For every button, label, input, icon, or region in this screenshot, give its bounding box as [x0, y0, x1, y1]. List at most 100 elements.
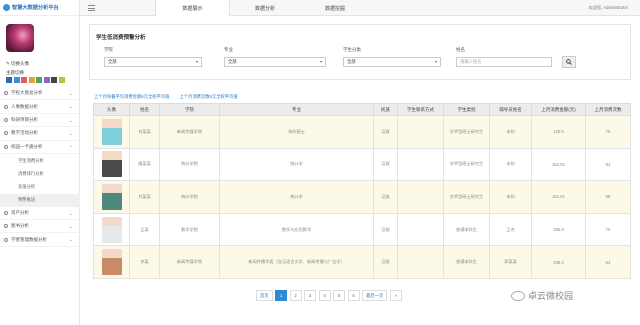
column-header: 姓名 [129, 103, 160, 116]
theme-swatch[interactable] [51, 77, 57, 83]
name-input[interactable]: 请输入姓名 [456, 57, 552, 67]
app-title: 智慧大数据分析平台 [12, 5, 59, 11]
chevron-down-icon: ⌄ [69, 131, 73, 137]
last-page-button[interactable]: 最后一页 [362, 290, 388, 301]
search-button[interactable] [562, 56, 576, 68]
name-label: 姓名 [456, 47, 465, 52]
tab-data-display[interactable]: 数据展示 [155, 0, 230, 16]
page-button[interactable]: 5 [333, 290, 346, 301]
cell-amount: 255.8 [531, 212, 586, 247]
scholar-icon [4, 237, 8, 242]
table-row[interactable]: 李某 新闻传媒学院 新闻传播学类（含汉语言文学、新闻传播与广告学） 汉族 普通本科生 郭某… [93, 245, 631, 279]
sidebar-subitem-recharge[interactable]: 充值分析 [0, 180, 80, 193]
sidebar-item-campus-card[interactable]: 校园一卡通分析 ⌃ [0, 141, 80, 154]
theme-swatch[interactable] [36, 77, 42, 83]
cell-name: 李某 [129, 245, 160, 279]
cell-college: 新闻传媒学院 [159, 245, 220, 279]
table-row[interactable]: 唐某某 统计学院 统计学 汉族 学术型硕士研究生 未知 152.51 64 [93, 147, 631, 182]
theme-swatch[interactable] [6, 77, 12, 83]
table-row[interactable]: 刘某某 统计学院 统计学 汉族 学术型硕士研究生 未知 151.61 68 [93, 180, 631, 214]
cell-contact [397, 180, 444, 214]
chevron-down-icon: ⌄ [69, 224, 73, 230]
users-icon [4, 104, 8, 109]
cell-college: 新闻传媒学院 [159, 115, 220, 149]
meal-average-link[interactable]: 上个月每餐平均消费金额5元全校平均值 [94, 94, 169, 100]
student-photo-cell [93, 147, 130, 182]
average-links: 上个月每餐平均消费金额5元全校平均值 上个月消费次数5元全校平均值 [94, 94, 238, 100]
page-button[interactable]: 6 [347, 290, 360, 301]
sidebar-subitem-student-consumption[interactable]: 学生消费分析 [0, 154, 80, 167]
column-header: 民族 [373, 103, 398, 116]
student-photo-cell [93, 245, 130, 279]
sidebar-item-assets[interactable]: 资产分析 ⌄ [0, 207, 80, 221]
theme-swatch[interactable] [21, 77, 27, 83]
student-photo-cell [93, 180, 130, 214]
change-avatar-link[interactable]: ✎ 切换头像 [6, 61, 29, 67]
next-page-button[interactable]: » [389, 290, 402, 301]
card-icon [4, 144, 8, 149]
column-header: 学生联系方式 [397, 103, 444, 116]
sidebar-subitem-warning-push[interactable]: 预警推送 [0, 193, 80, 207]
sidebar-item-scholar[interactable]: 学者管理数据分析 ⌄ [0, 233, 80, 247]
page-button[interactable]: 1 [275, 290, 288, 301]
theme-swatch[interactable] [43, 77, 50, 83]
sidebar-item-teaching[interactable]: 教学活动分析 ⌄ [0, 127, 80, 141]
student-photo [101, 249, 122, 276]
sidebar-subitem-consumption-ranking[interactable]: 消费排行分析 [0, 167, 80, 180]
search-icon [566, 59, 572, 65]
page-button[interactable]: 3 [304, 290, 317, 301]
page-button[interactable]: 2 [289, 290, 302, 301]
cell-category: 学术型硕士研究生 [443, 180, 490, 214]
cell-ethnic: 汉族 [373, 180, 398, 214]
user-info[interactable]: 欢迎您, Administrator [588, 5, 628, 11]
cell-major: 数学与应用数学 [219, 212, 374, 247]
app-logo: 智慧大数据分析平台 [0, 0, 79, 16]
tab-data-mining[interactable]: 数据挖掘 [300, 0, 370, 16]
consumption-count-link[interactable]: 上个月消费次数5元全校平均值 [179, 94, 237, 100]
cell-count: 68 [585, 180, 631, 214]
column-header: 学院 [159, 103, 220, 116]
tab-data-analysis[interactable]: 数据分析 [230, 0, 300, 16]
cell-contact [397, 147, 444, 182]
table-row[interactable]: 何某某 新闻传媒学院 海外硕士 汉族 学术型硕士研究生 未知 120.0 70 [93, 115, 631, 149]
first-page-button[interactable]: 首页 [256, 290, 273, 301]
college-select[interactable]: 全部 ▾ [104, 57, 202, 67]
theme-swatch[interactable] [28, 77, 35, 83]
chart-icon [4, 91, 8, 96]
cell-ethnic: 汉族 [373, 212, 398, 247]
page-button[interactable]: 4 [318, 290, 331, 301]
theme-swatch[interactable] [13, 77, 20, 83]
cell-category: 学术型硕士研究生 [443, 115, 490, 149]
sidebar-item-campus-overview[interactable]: 学校大盘总分析 ⌄ [0, 87, 80, 101]
theme-swatch[interactable] [58, 77, 65, 83]
student-photo [101, 118, 122, 145]
cell-contact [397, 115, 444, 149]
page-title: 学生低消费预警分析 [96, 35, 146, 41]
student-photo [101, 183, 122, 210]
cell-contact [397, 212, 444, 247]
sidebar-item-library[interactable]: 图书分析 ⌄ [0, 220, 80, 234]
column-header: 上月消费次数 [585, 103, 631, 116]
cell-count: 70 [585, 115, 631, 149]
sidebar-item-research[interactable]: 科研项目分析 ⌄ [0, 114, 80, 128]
table-header: 头像 姓名 学院 专业 民族 学生联系方式 学生类别 辅导员姓名 上月消费金额(… [93, 103, 631, 116]
theme-swatches [6, 77, 65, 83]
cell-amount: 152.51 [531, 147, 586, 182]
student-photo [101, 216, 122, 243]
college-label: 学院 [104, 47, 113, 52]
table-row[interactable]: 王某 数学学院 数学与应用数学 汉族 普通本科生 王杰 255.8 70 [93, 212, 631, 247]
cell-major: 新闻传播学类（含汉语言文学、新闻传播与广告学） [219, 245, 374, 279]
student-photo-cell [93, 212, 130, 247]
chevron-down-icon: ▾ [434, 59, 437, 64]
sidebar-item-personnel[interactable]: 人事数据分析 ⌄ [0, 100, 80, 114]
cell-name: 唐某某 [129, 147, 160, 182]
cell-counselor: 王杰 [489, 212, 532, 247]
cell-ethnic: 汉族 [373, 115, 398, 149]
gear-icon [4, 117, 8, 122]
cell-category: 普通本科生 [443, 245, 490, 279]
chevron-down-icon: ⌄ [69, 104, 73, 110]
menu-icon[interactable] [88, 5, 95, 11]
cell-count: 64 [585, 245, 631, 279]
student-category-select[interactable]: 全部 ▾ [343, 57, 441, 67]
major-select[interactable]: 全部 ▾ [224, 57, 326, 67]
